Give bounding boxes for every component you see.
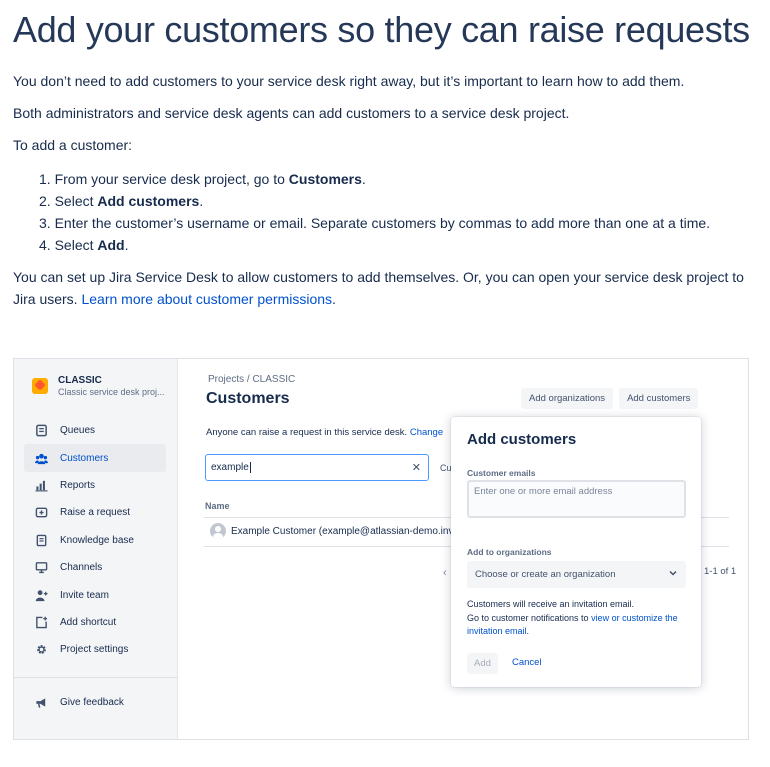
step-item: 4. Select Add. <box>39 237 129 253</box>
channels-icon <box>34 561 48 575</box>
dialog-title: Add customers <box>467 431 577 448</box>
main-content: Projects / CLASSIC Customers Add organiz… <box>204 359 744 739</box>
sidebar-item-label: Customers <box>60 452 109 464</box>
reports-icon <box>34 478 48 492</box>
filter-label-truncated: Cu <box>440 463 452 473</box>
customer-permissions-link[interactable]: Learn more about customer permissions <box>81 291 332 307</box>
emails-label: Customer emails <box>467 468 536 478</box>
raise-request-icon <box>34 506 48 520</box>
megaphone-icon <box>34 696 48 710</box>
step-item: 2. Select Add customers. <box>39 193 204 209</box>
sidebar-item-label: Reports <box>60 479 96 491</box>
access-notice: Anyone can raise a request in this servi… <box>206 427 444 438</box>
sidebar-item-reports[interactable]: Reports <box>24 472 166 499</box>
table-row[interactable]: Example Customer (example@atlassian-demo… <box>210 523 453 539</box>
sidebar-item-invite-team[interactable]: Invite team <box>24 581 166 608</box>
sidebar-item-give-feedback[interactable]: Give feedback <box>24 689 166 716</box>
invite-team-icon <box>34 588 48 602</box>
project-header[interactable]: CLASSIC Classic service desk proj... <box>32 375 165 397</box>
column-header-name[interactable]: Name <box>205 501 230 511</box>
breadcrumb[interactable]: Projects / CLASSIC <box>208 374 295 385</box>
knowledge-base-icon <box>34 533 48 547</box>
customers-icon <box>34 451 48 465</box>
sidebar-item-label: Invite team <box>60 589 109 601</box>
sidebar-item-label: Project settings <box>60 644 129 656</box>
steps-intro: To add a customer: <box>13 137 133 153</box>
sidebar-item-label: Queues <box>60 425 96 437</box>
sidebar-divider <box>14 677 178 678</box>
step-item: 3. Enter the customer’s username or emai… <box>39 215 711 231</box>
chevron-down-icon <box>669 570 677 576</box>
sidebar-item-raise-request[interactable]: Raise a request <box>24 499 166 526</box>
permissions-paragraph: You can set up Jira Service Desk to allo… <box>13 269 744 307</box>
sidebar-item-label: Add shortcut <box>60 616 117 628</box>
customer-emails-field[interactable]: Enter one or more email address <box>467 480 686 518</box>
sidebar-item-queues[interactable]: Queues <box>24 417 166 444</box>
change-access-link[interactable]: Change <box>410 427 443 438</box>
sidebar-item-label: Give feedback <box>60 697 124 709</box>
cancel-button[interactable]: Cancel <box>512 657 542 668</box>
project-logo-icon <box>32 378 48 394</box>
add-organizations-button[interactable]: Add organizations <box>521 388 614 409</box>
invitation-info: Customers will receive an invitation ema… <box>467 599 678 636</box>
sidebar-item-knowledge-base[interactable]: Knowledge base <box>24 527 166 554</box>
sidebar-item-project-settings[interactable]: Project settings <box>24 636 166 663</box>
pager-prev-icon[interactable]: ‹ <box>443 567 447 579</box>
clear-search-icon[interactable]: ✕ <box>412 461 421 474</box>
sidebar-item-label: Raise a request <box>60 507 131 519</box>
customers-title: Customers <box>206 390 290 407</box>
sidebar: CLASSIC Classic service desk proj... Que… <box>14 359 178 739</box>
sidebar-item-label: Channels <box>60 562 103 574</box>
avatar <box>210 523 226 539</box>
queues-icon <box>34 424 48 438</box>
text-caret <box>249 462 251 473</box>
add-button[interactable]: Add <box>467 653 498 674</box>
sidebar-item-customers[interactable]: Customers <box>24 444 166 472</box>
project-subtitle: Classic service desk proj... <box>58 387 165 397</box>
jira-screenshot: CLASSIC Classic service desk proj... Que… <box>13 358 749 740</box>
add-shortcut-icon <box>34 615 48 629</box>
pager-count: 1-1 of 1 <box>704 566 737 577</box>
step-item: 1. From your service desk project, go to… <box>39 171 366 187</box>
sidebar-item-label: Knowledge base <box>60 534 134 546</box>
sidebar-item-channels[interactable]: Channels <box>24 554 166 581</box>
organizations-label: Add to organizations <box>467 547 552 557</box>
add-customers-dialog: Add customers Customer emails Enter one … <box>451 417 701 687</box>
customer-name: Example Customer (example@atlassian-demo… <box>231 525 454 537</box>
gear-icon <box>34 643 48 657</box>
steps-list: 1. From your service desk project, go to… <box>13 168 758 256</box>
intro-paragraph: You don’t need to add customers to your … <box>13 73 685 89</box>
sidebar-nav: Queues Customers Reports Raise a request… <box>24 417 166 664</box>
organization-select[interactable]: Choose or create an organization <box>467 561 686 588</box>
page-title: Add your customers so they can raise req… <box>13 9 750 50</box>
sidebar-item-add-shortcut[interactable]: Add shortcut <box>24 609 166 636</box>
add-customers-button[interactable]: Add customers <box>619 388 699 409</box>
document: Add your customers so they can raise req… <box>13 0 758 310</box>
project-name: CLASSIC <box>58 375 102 386</box>
roles-paragraph: Both administrators and service desk age… <box>13 105 570 121</box>
customer-search-input[interactable]: example ✕ <box>205 454 429 481</box>
